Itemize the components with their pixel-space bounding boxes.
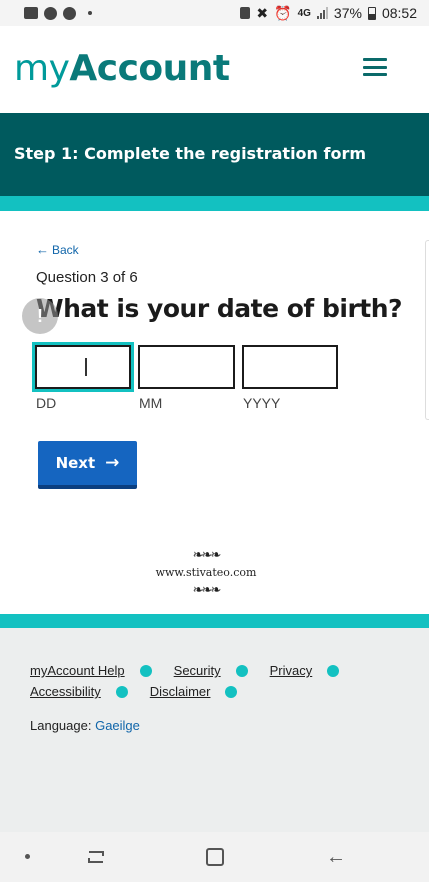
- logo-bold-text: Account: [69, 48, 230, 89]
- footer-link-security[interactable]: Security: [174, 663, 221, 678]
- footer-accent-strip: [0, 614, 429, 628]
- status-bar: ✖ ⏰ 4G 37% 08:52: [0, 0, 429, 26]
- footer-links-row-2: Accessibility Disclaimer: [30, 684, 259, 699]
- line-icon: [63, 6, 76, 20]
- site-header: myAccount: [0, 26, 429, 113]
- footer-link-help[interactable]: myAccount Help: [30, 663, 125, 678]
- watermark-text: www.stivateo.com: [155, 566, 257, 579]
- text-cursor: [85, 358, 87, 376]
- step-title: Step 1: Complete the registration form: [14, 144, 367, 163]
- year-label: YYYY: [243, 395, 281, 411]
- separator-dot-icon: [115, 685, 128, 698]
- lock-icon: [240, 7, 251, 19]
- separator-dot-icon: [139, 664, 152, 677]
- next-button[interactable]: Next →: [38, 441, 137, 489]
- footer-link-privacy[interactable]: Privacy: [270, 663, 313, 678]
- month-field[interactable]: [138, 345, 235, 389]
- year-field[interactable]: [242, 345, 338, 389]
- laurel-top-icon: ❧❧❧: [192, 547, 222, 562]
- status-right: ✖ ⏰ 4G 37% 08:52: [240, 5, 417, 22]
- logo-light-text: my: [14, 48, 70, 89]
- question-title: What is your date of birth?: [36, 294, 403, 323]
- back-nav-icon[interactable]: ←: [326, 846, 346, 869]
- step-banner: Step 1: Complete the registration form: [0, 113, 429, 196]
- footer-link-accessibility[interactable]: Accessibility: [30, 684, 101, 699]
- question-counter: Question 3 of 6: [36, 269, 138, 286]
- arrow-left-icon: ←: [36, 242, 49, 257]
- status-left: [24, 6, 92, 20]
- year-input[interactable]: [244, 347, 336, 387]
- battery-icon: [367, 6, 376, 20]
- laurel-bottom-icon: ❧❧❧: [192, 582, 222, 597]
- language-link[interactable]: Gaeilge: [95, 718, 140, 733]
- hamburger-icon[interactable]: [363, 58, 387, 76]
- month-label: MM: [139, 395, 163, 411]
- signal-icon: [316, 7, 328, 19]
- back-link[interactable]: ← Back: [36, 242, 79, 257]
- myaccount-logo[interactable]: myAccount: [14, 48, 230, 89]
- footer-links-row-1: myAccount Help Security Privacy: [30, 663, 361, 678]
- side-scroll-handle[interactable]: [425, 240, 429, 420]
- separator-dot-icon: [235, 664, 248, 677]
- day-field[interactable]: [35, 345, 131, 389]
- month-input[interactable]: [140, 347, 233, 387]
- footer-link-disclaimer[interactable]: Disclaimer: [150, 684, 211, 699]
- mute-icon: ✖: [256, 4, 269, 21]
- watermark: ❧❧❧ www.stivateo.com ❧❧❧: [154, 548, 258, 597]
- separator-dot-icon: [327, 664, 340, 677]
- language-label: Language:: [30, 718, 92, 733]
- home-icon[interactable]: [206, 848, 224, 866]
- separator-dot-icon: [225, 685, 238, 698]
- arrow-right-icon: →: [105, 453, 120, 473]
- back-label: Back: [52, 242, 79, 257]
- battery-percent: 37%: [333, 5, 362, 21]
- next-label: Next: [55, 454, 96, 472]
- more-notifications-icon: [88, 11, 92, 15]
- clock: 08:52: [381, 5, 417, 21]
- banner-accent-strip: [0, 196, 429, 211]
- nav-dot-icon[interactable]: [25, 854, 30, 859]
- alarm-icon: ⏰: [274, 4, 292, 21]
- recent-apps-icon[interactable]: [86, 847, 106, 867]
- day-label: DD: [36, 395, 57, 411]
- line-icon: [44, 6, 57, 20]
- network-type: 4G: [297, 7, 311, 19]
- help-bubble-icon[interactable]: !: [22, 298, 58, 334]
- android-nav-bar: ←: [0, 832, 429, 882]
- gallery-icon: [24, 7, 38, 19]
- language-switcher: Language: Gaeilge: [30, 718, 140, 733]
- day-input[interactable]: [37, 347, 129, 387]
